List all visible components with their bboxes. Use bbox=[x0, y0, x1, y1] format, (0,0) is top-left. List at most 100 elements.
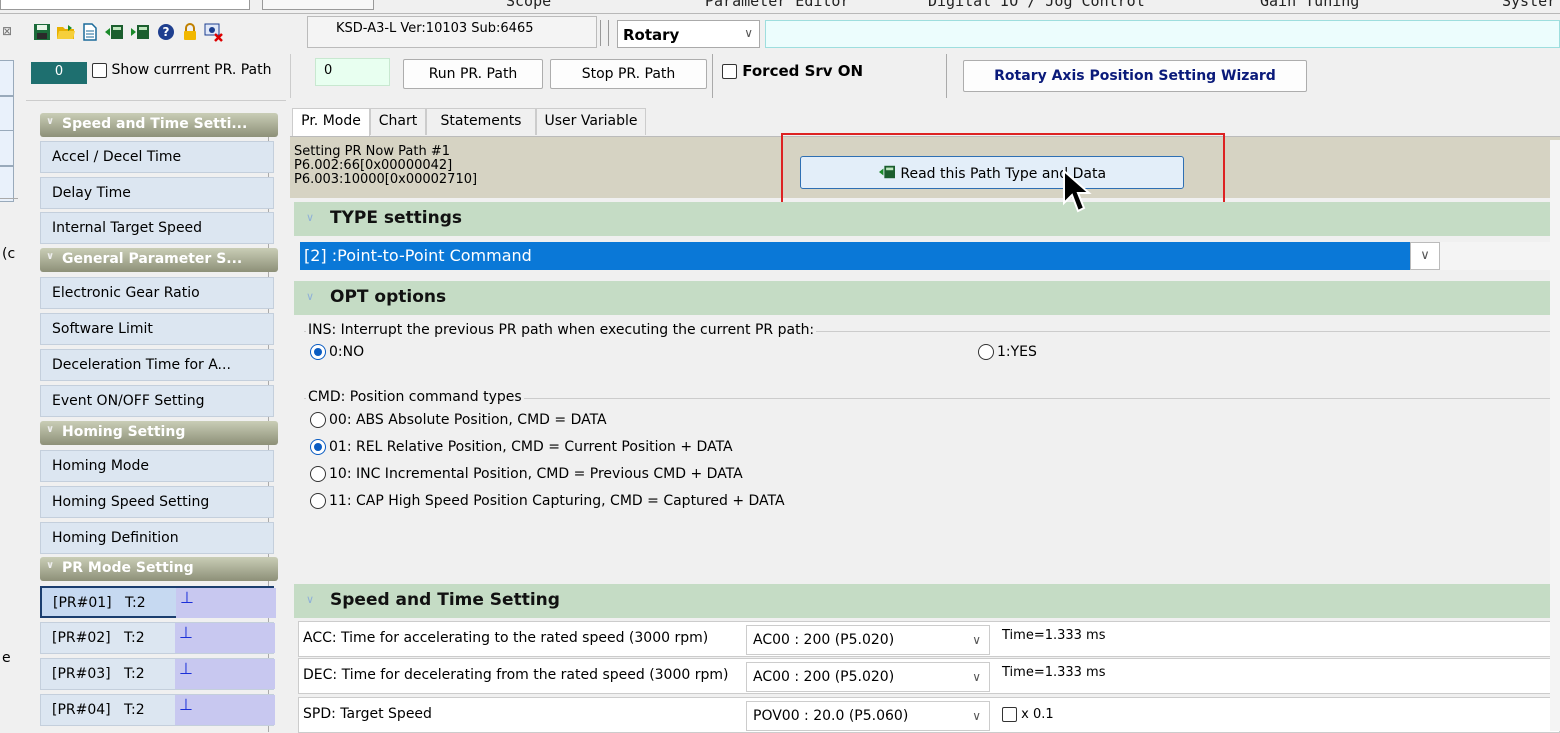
menu-system[interactable]: Syster bbox=[1502, 0, 1556, 10]
tab-pr-mode[interactable]: Pr. Mode bbox=[292, 108, 370, 136]
sidebar-item-deceleration-time[interactable]: Deceleration Time for A... bbox=[40, 349, 274, 381]
spd-value: POV00 : 20.0 (P5.060) bbox=[753, 708, 909, 724]
x01-label: x 0.1 bbox=[1021, 707, 1054, 722]
pr-path-mark: ⊥ bbox=[179, 695, 193, 714]
section-label: General Parameter S... bbox=[62, 251, 243, 267]
sidebar-section-homing[interactable]: ∨ Homing Setting bbox=[40, 421, 278, 445]
sidebar-item-software-limit[interactable]: Software Limit bbox=[40, 313, 274, 345]
help-icon[interactable]: ? bbox=[156, 22, 176, 42]
cmd-option-label: 11: CAP High Speed Position Capturing, C… bbox=[329, 493, 785, 509]
menu-digital-io[interactable]: Digital IO / Jog Control bbox=[928, 0, 1145, 10]
speed-time-header[interactable]: ∨ Speed and Time Setting bbox=[294, 584, 1560, 618]
save-icon[interactable] bbox=[32, 22, 52, 42]
open-folder-icon[interactable] bbox=[56, 22, 76, 42]
checkbox-box[interactable] bbox=[722, 64, 737, 79]
menu-gain-tuning[interactable]: Gain Tuning bbox=[1260, 0, 1359, 10]
radio-unselected[interactable] bbox=[310, 493, 326, 509]
cmd-abs-radio[interactable]: 00: ABS Absolute Position, CMD = DATA bbox=[310, 412, 607, 428]
document-icon[interactable] bbox=[80, 22, 100, 42]
sidebar-item-delay-time[interactable]: Delay Time bbox=[40, 177, 274, 209]
type-select[interactable]: [2] :Point-to-Point Command bbox=[300, 242, 1434, 270]
top-left-box bbox=[0, 0, 250, 10]
tab-user-variable[interactable]: User Variable bbox=[536, 108, 646, 135]
section-title: TYPE settings bbox=[330, 208, 463, 228]
row-separator bbox=[712, 54, 713, 98]
edge-button[interactable] bbox=[0, 130, 14, 166]
device-version-label: KSD-A3-L Ver:10103 Sub:6465 bbox=[307, 16, 597, 48]
cmd-rel-radio[interactable]: 01: REL Relative Position, CMD = Current… bbox=[310, 439, 733, 455]
chevron-down-icon: ∨ bbox=[972, 633, 981, 647]
pr-path-item[interactable]: [PR#04] T:2 ⊥ bbox=[40, 694, 275, 726]
show-current-path-label: Show currrent PR. Path bbox=[111, 62, 272, 78]
acc-row: ACC: Time for accelerating to the rated … bbox=[298, 621, 1560, 657]
cmd-inc-radio[interactable]: 10: INC Incremental Position, CMD = Prev… bbox=[310, 466, 743, 482]
tab-chart[interactable]: Chart bbox=[370, 108, 426, 135]
run-pr-path-button[interactable]: Run PR. Path bbox=[403, 59, 543, 89]
sidebar-item-event-on-off[interactable]: Event ON/OFF Setting bbox=[40, 385, 274, 417]
ins-no-radio[interactable]: 0:NO bbox=[310, 344, 364, 360]
edge-button[interactable] bbox=[0, 60, 14, 96]
radio-unselected[interactable] bbox=[310, 466, 326, 482]
sidebar-item-homing-speed[interactable]: Homing Speed Setting bbox=[40, 486, 274, 518]
collapse-chevron-icon: ∨ bbox=[306, 593, 315, 606]
type-settings-header[interactable]: ∨ TYPE settings bbox=[294, 202, 1560, 236]
ins-yes-label: 1:YES bbox=[997, 344, 1037, 360]
opt-options-panel: INS: Interrupt the previous PR path when… bbox=[294, 315, 1560, 583]
show-current-path-checkbox[interactable]: Show currrent PR. Path bbox=[92, 62, 271, 78]
pr-path-mark: ⊥ bbox=[179, 659, 193, 678]
sidebar-item-accel-decel-time[interactable]: Accel / Decel Time bbox=[40, 141, 274, 173]
sidebar-item-electronic-gear-ratio[interactable]: Electronic Gear Ratio bbox=[40, 277, 274, 309]
chevron-down-icon[interactable]: ∨ bbox=[1410, 242, 1440, 270]
acc-select[interactable]: AC00 : 200 (P5.020) ∨ bbox=[746, 625, 990, 655]
mode-select-value: Rotary bbox=[623, 26, 680, 44]
tab-statements[interactable]: Statements bbox=[426, 108, 536, 135]
cmd-cap-radio[interactable]: 11: CAP High Speed Position Capturing, C… bbox=[310, 493, 785, 509]
main-scrollbar[interactable] bbox=[1550, 140, 1560, 731]
sidebar-item-homing-mode[interactable]: Homing Mode bbox=[40, 450, 274, 482]
checkbox-box[interactable] bbox=[92, 62, 107, 78]
pr-path-item[interactable]: [PR#03] T:2 ⊥ bbox=[40, 658, 275, 690]
rotary-axis-wizard-button[interactable]: Rotary Axis Position Setting Wizard bbox=[963, 60, 1307, 92]
sidebar-section-pr-mode[interactable]: ∨ PR Mode Setting bbox=[40, 557, 278, 581]
status-bar bbox=[765, 20, 1560, 48]
path-value-input[interactable]: 0 bbox=[315, 58, 390, 86]
forced-srv-on-checkbox[interactable]: Forced Srv ON bbox=[722, 62, 863, 80]
checkbox-box[interactable] bbox=[1002, 707, 1017, 722]
section-title: OPT options bbox=[330, 287, 447, 307]
ins-group-title: INS: Interrupt the previous PR path when… bbox=[306, 322, 817, 338]
toolbar-separator bbox=[600, 20, 601, 46]
dec-time: Time=1.333 ms bbox=[1002, 665, 1106, 680]
edge-button[interactable] bbox=[0, 96, 14, 132]
radio-selected[interactable] bbox=[310, 439, 326, 455]
sidebar-item-internal-target-speed[interactable]: Internal Target Speed bbox=[40, 212, 274, 244]
spd-select[interactable]: POV00 : 20.0 (P5.060) ∨ bbox=[746, 701, 990, 731]
info-now-path: Setting PR Now Path #1 bbox=[294, 144, 450, 159]
sidebar-item-homing-definition[interactable]: Homing Definition bbox=[40, 522, 274, 554]
pr-path-item[interactable]: [PR#01] T:2 ⊥ bbox=[40, 586, 276, 618]
menu-parameter-editor[interactable]: Parameter Editor bbox=[705, 0, 850, 10]
disconnect-icon[interactable] bbox=[204, 22, 224, 42]
read-drive-icon[interactable] bbox=[104, 22, 124, 42]
sidebar-section-speed-time[interactable]: ∨ Speed and Time Setti... bbox=[40, 113, 278, 137]
stop-pr-path-button[interactable]: Stop PR. Path bbox=[550, 59, 707, 89]
radio-unselected[interactable] bbox=[310, 412, 326, 428]
acc-time: Time=1.333 ms bbox=[1002, 628, 1106, 643]
edge-button[interactable] bbox=[0, 166, 14, 202]
radio-selected[interactable] bbox=[310, 344, 326, 360]
sidebar-section-general-parameter[interactable]: ∨ General Parameter S... bbox=[40, 248, 278, 272]
collapse-chevron-icon: ∨ bbox=[46, 251, 55, 262]
x01-checkbox[interactable]: x 0.1 bbox=[1002, 707, 1054, 722]
section-label: Speed and Time Setti... bbox=[62, 116, 248, 132]
radio-unselected[interactable] bbox=[978, 344, 994, 360]
opt-options-header[interactable]: ∨ OPT options bbox=[294, 281, 1560, 315]
write-drive-icon[interactable] bbox=[130, 22, 150, 42]
pr-path-item[interactable]: [PR#02] T:2 ⊥ bbox=[40, 622, 275, 654]
mode-select[interactable]: Rotary ∨ bbox=[617, 20, 760, 48]
mouse-cursor-icon bbox=[1063, 169, 1092, 213]
dec-select[interactable]: AC00 : 200 (P5.020) ∨ bbox=[746, 662, 990, 692]
menu-scope[interactable]: Scope bbox=[506, 0, 551, 10]
ins-yes-radio[interactable]: 1:YES bbox=[978, 344, 1037, 360]
section-label: PR Mode Setting bbox=[62, 560, 194, 576]
close-icon[interactable]: ⊠ bbox=[0, 24, 14, 40]
lock-icon[interactable] bbox=[180, 22, 200, 42]
